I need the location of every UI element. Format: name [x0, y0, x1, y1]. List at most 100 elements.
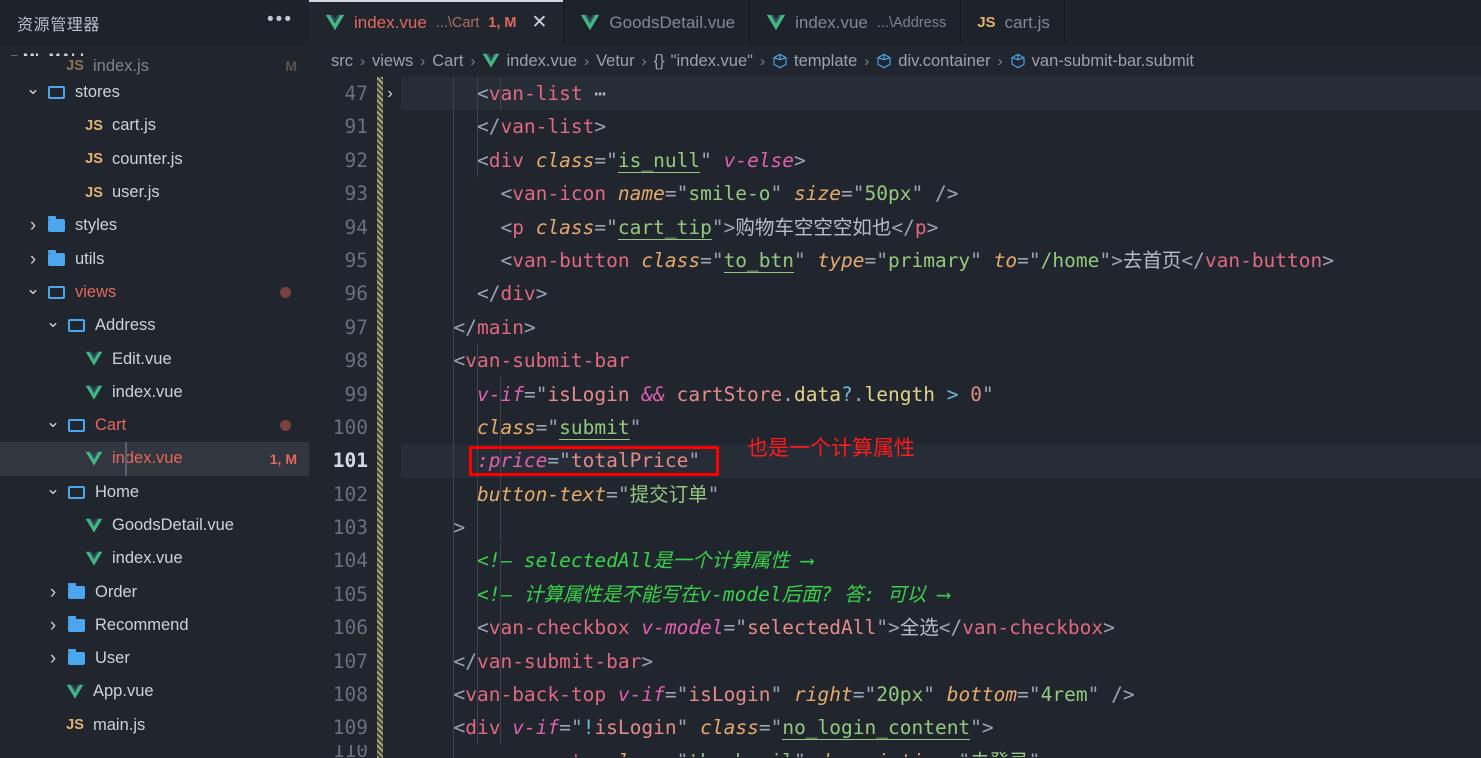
code-line[interactable]: <van-button class="to_btn" type="primary… [401, 244, 1481, 277]
code-line[interactable]: </div> [401, 277, 1481, 310]
line-number: 98 [344, 349, 368, 373]
code-line[interactable]: <van-submit-bar [401, 344, 1481, 377]
code-line[interactable]: <van-checkbox v-model="selectedAll">全选</… [401, 611, 1481, 644]
tree-item-label: index.vue [112, 549, 183, 568]
tree-item-goodsdetail-vue[interactable]: GoodsDetail.vue [0, 509, 309, 542]
breadcrumb: src › views › Cart › index.vue › Vetur › {} "index.… [309, 45, 1481, 77]
code-line[interactable]: <div v-if="!isLogin" class="no_login_con… [401, 711, 1481, 744]
code-line[interactable]: > [401, 511, 1481, 544]
tree-item-main-js[interactable]: JS main.js [0, 709, 309, 742]
tree-item-address[interactable]: Address [0, 309, 309, 342]
tree-item-label: Home [95, 482, 140, 501]
tab-label: index.vue [795, 12, 868, 32]
breadcrumb-label: index.vue [506, 51, 578, 70]
code-line[interactable]: </van-list> [401, 110, 1481, 143]
line-number: 93 [344, 182, 368, 206]
code-content[interactable]: <van-list ⋯ </van-list> <div class="is_n… [401, 77, 1481, 758]
tab-path: ...\Cart [435, 14, 480, 31]
tree-item-utils[interactable]: utils [0, 242, 309, 275]
code-line[interactable]: <!— selectedAll是一个计算属性 ⟶ [401, 544, 1481, 577]
tree-item-home[interactable]: Home [0, 476, 309, 509]
chevron-right-icon[interactable] [42, 649, 64, 668]
breadcrumb-item--index-vue-[interactable]: {} "index.vue" [654, 52, 753, 71]
explorer-sidebar: 资源管理器 ••• ▾ ML-MALL JSindex.jsMstoresJSc… [0, 0, 309, 758]
tree-item-label: utils [75, 249, 105, 268]
breadcrumb-item-van-submit-bar-submit[interactable]: van-submit-bar.submit [1010, 52, 1194, 71]
breadcrumb-separator-icon: › [864, 52, 870, 70]
tree-item-index-vue[interactable]: index.vue [0, 376, 309, 409]
tree-item-counter-js[interactable]: JS counter.js [0, 143, 309, 176]
code-line[interactable]: <div class="is_null" v-else> [401, 144, 1481, 177]
tree-item-label: user.js [112, 183, 160, 202]
code-editor[interactable]: 47 91 92 93 94 95 96 97 98 99 100 101 102 103 104 105 10… [309, 77, 1481, 758]
breadcrumb-label: "index.vue" [670, 51, 753, 70]
editor-tab-index-vue-Cart[interactable]: index.vue ...\Cart 1, M ✕ [309, 0, 565, 45]
folder-open-icon [44, 86, 68, 100]
explorer-body: ▾ ML-MALL JSindex.jsMstoresJScart.jsJSco… [0, 45, 309, 758]
tree-item-label: index.vue [112, 382, 183, 401]
tree-item-edit-vue[interactable]: Edit.vue [0, 342, 309, 375]
tree-item-styles[interactable]: styles [0, 209, 309, 242]
code-line[interactable]: <van-list ⋯ [401, 77, 1481, 111]
chevron-down-icon[interactable] [42, 317, 64, 334]
chevron-down-icon[interactable] [42, 417, 64, 434]
chevron-down-icon[interactable] [22, 284, 44, 301]
more-actions-icon[interactable]: ••• [267, 10, 293, 36]
breadcrumb-item-template[interactable]: template [772, 52, 857, 71]
indent-guide [500, 77, 502, 110]
breadcrumb-separator-icon: › [420, 52, 426, 70]
tree-item-stores[interactable]: stores [0, 76, 309, 109]
code-line[interactable]: <van-back-top v-if="isLogin" right="20px… [401, 678, 1481, 711]
code-line[interactable]: <p class="cart_tip">购物车空空空如也</p> [401, 211, 1481, 244]
code-line[interactable]: :price="totalPrice" [401, 444, 1481, 478]
breadcrumb-item-src[interactable]: src [331, 52, 353, 71]
tree-item-label: GoodsDetail.vue [112, 516, 234, 534]
code-line[interactable]: <van-empty class="thumbnail" description… [401, 745, 1481, 757]
breadcrumb-item-div-container[interactable]: div.container [876, 52, 991, 71]
tree-item-user[interactable]: User [0, 642, 309, 675]
tree-item-app-vue[interactable]: App.vue [0, 675, 309, 708]
chevron-right-icon[interactable] [42, 616, 64, 635]
chevron-down-icon[interactable] [22, 84, 44, 101]
code-line[interactable]: class="submit" [401, 411, 1481, 444]
tree-item-order[interactable]: Order [0, 575, 309, 608]
code-line[interactable]: </van-submit-bar> [401, 645, 1481, 678]
editor-tab-cart-js[interactable]: JS cart.js [961, 0, 1065, 45]
code-line[interactable]: </main> [401, 311, 1481, 344]
editor-tab-goodsdetail-vue[interactable]: GoodsDetail.vue [564, 0, 751, 45]
tab-label: GoodsDetail.vue [609, 12, 736, 32]
code-line[interactable]: button-text="提交订单" [401, 478, 1481, 511]
tree-item-label: Order [95, 582, 138, 601]
line-number: 106 [332, 616, 368, 640]
tree-item-index-vue[interactable]: index.vue 1, M [0, 442, 309, 476]
code-line[interactable]: <!— 计算属性是不能写在v-model后面? 答: 可以 ⟶ [401, 578, 1481, 611]
close-icon[interactable]: ✕ [530, 13, 550, 32]
chevron-down-icon[interactable] [42, 484, 64, 501]
breadcrumb-item-cart[interactable]: Cart [432, 52, 463, 71]
chevron-right-icon[interactable] [42, 583, 64, 602]
indent-guide [453, 77, 455, 758]
tree-item-recommend[interactable]: Recommend [0, 609, 309, 642]
breadcrumb-item-vetur[interactable]: Vetur [596, 52, 635, 71]
tree-item-cart[interactable]: Cart [0, 409, 309, 442]
code-line[interactable]: <van-icon name="smile-o" size="50px" /> [401, 177, 1481, 210]
code-line[interactable]: v-if="isLogin && cartStore.data?.length … [401, 378, 1481, 411]
breadcrumb-label: template [794, 51, 858, 70]
tree-item-index-vue[interactable]: index.vue [0, 542, 309, 575]
folder-closed-icon [64, 649, 88, 666]
breadcrumb-item-views[interactable]: views [372, 52, 413, 71]
tree-item-views[interactable]: views [0, 276, 309, 309]
tree-item-user-js[interactable]: JS user.js [0, 176, 309, 209]
breadcrumb-separator-icon: › [360, 52, 365, 70]
tree-item-index-js[interactable]: JS index.js M [0, 56, 309, 76]
tab-label: index.vue [354, 12, 427, 32]
editor-tab-index-vue-Address[interactable]: index.vue ...\Address [750, 0, 962, 45]
breadcrumb-item-index-vue[interactable]: index.vue [482, 52, 577, 71]
line-number: 100 [332, 415, 368, 439]
line-number: 96 [344, 282, 368, 306]
tree-item-cart-js[interactable]: JS cart.js [0, 109, 309, 142]
js-file-icon: JS [85, 117, 103, 134]
chevron-right-icon[interactable] [22, 216, 44, 235]
chevron-right-icon[interactable] [22, 250, 44, 269]
folder-closed-icon [64, 582, 88, 599]
